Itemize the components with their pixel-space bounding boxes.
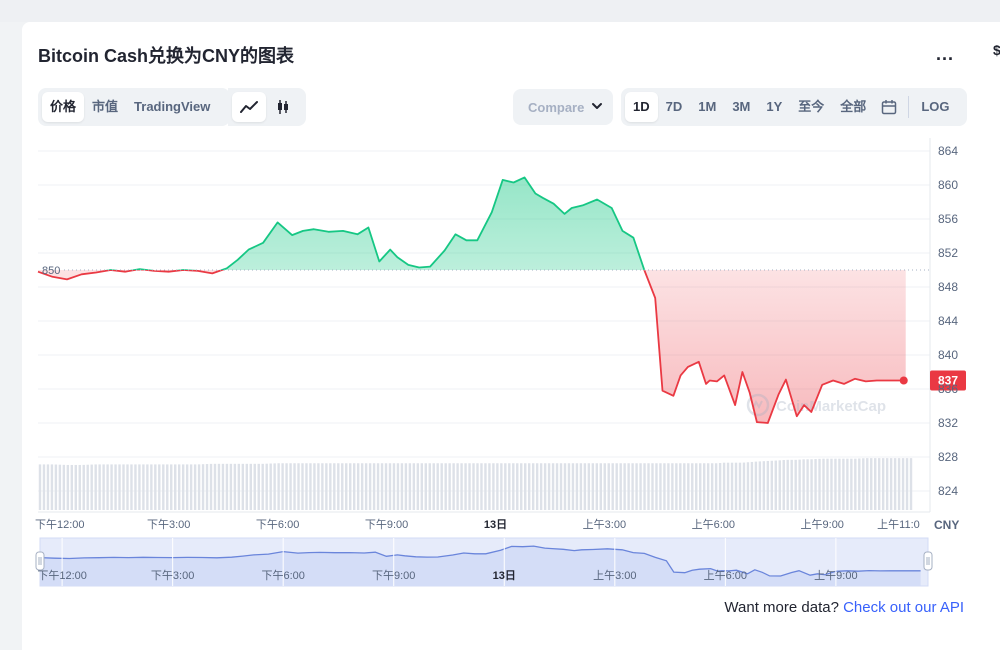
tab-tradingview[interactable]: TradingView: [126, 92, 218, 122]
calendar-icon[interactable]: [874, 92, 904, 122]
range-7d[interactable]: 7D: [658, 92, 691, 122]
footer-text: Want more data?: [724, 599, 844, 616]
range-1y[interactable]: 1Y: [758, 92, 790, 122]
range-ytd[interactable]: 至今: [790, 92, 832, 122]
tab-price[interactable]: 价格: [42, 92, 85, 122]
range-tabs: 1D 7D 1M 3M 1Y 至今 全部 LOG: [621, 88, 967, 126]
candlestick-icon[interactable]: [266, 92, 300, 122]
compare-select[interactable]: Compare with: [513, 89, 613, 125]
range-1m[interactable]: 1M: [690, 92, 724, 122]
api-link[interactable]: Check out our API: [843, 599, 964, 616]
range-divider: [908, 96, 910, 118]
range-all[interactable]: 全部: [832, 92, 874, 122]
top-strip: [0, 0, 1000, 22]
log-toggle[interactable]: LOG: [913, 92, 957, 122]
metric-tabs: 价格 市值 TradingView: [38, 88, 230, 126]
range-3m[interactable]: 3M: [724, 92, 758, 122]
compare-label: Compare with: [528, 99, 586, 115]
range-1d[interactable]: 1D: [625, 92, 658, 122]
footer-cta: Want more data? Check out our API: [724, 599, 964, 616]
chevron-down-icon: [591, 100, 603, 115]
edge-glyph: $: [993, 42, 1000, 58]
tab-market-cap[interactable]: 市值: [84, 92, 126, 122]
more-options-icon[interactable]: ...: [936, 44, 954, 65]
line-chart-icon[interactable]: [232, 92, 266, 122]
chart-title: Bitcoin Cash兑换为CNY的图表: [38, 46, 295, 66]
chart-type-tabs: [228, 88, 306, 126]
